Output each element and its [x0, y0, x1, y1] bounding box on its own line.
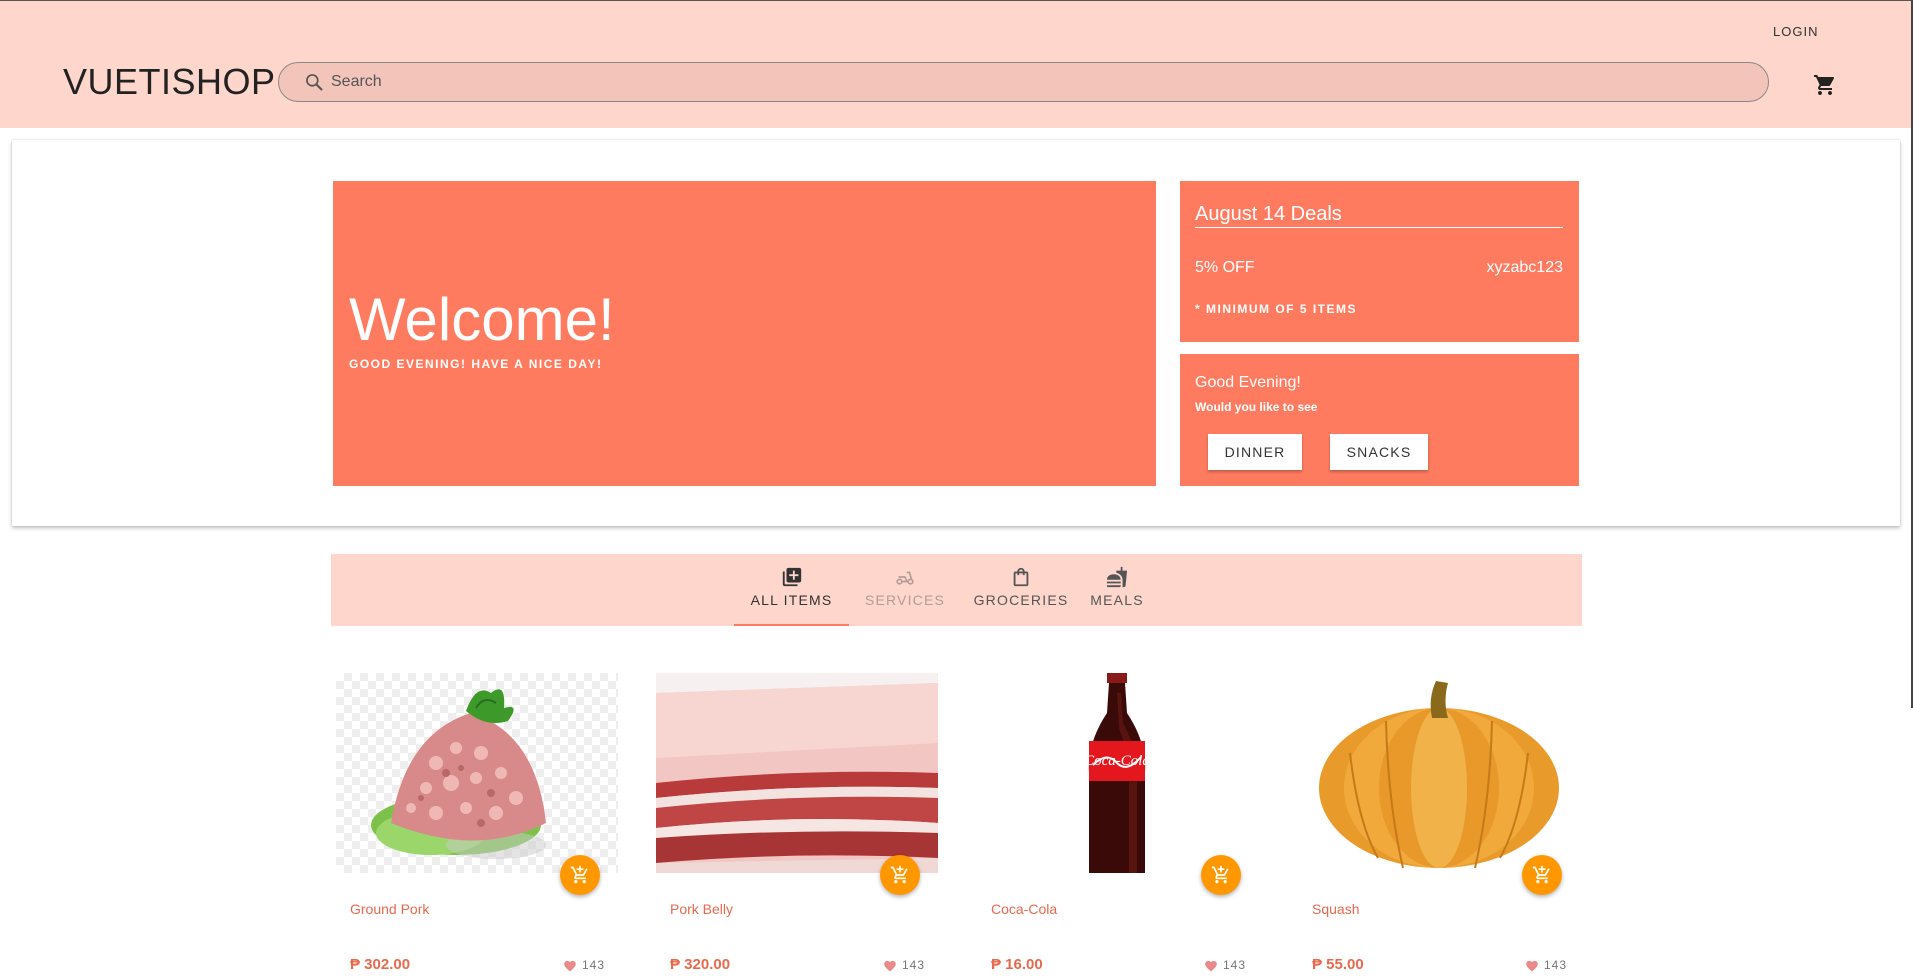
add-cart-icon: [1211, 865, 1229, 884]
app-header: VUETISHOP LOGIN: [0, 0, 1913, 128]
deals-note: * MINIMUM OF 5 ITEMS: [1195, 302, 1357, 316]
like-counter[interactable]: 143: [563, 958, 605, 972]
like-count: 143: [902, 958, 926, 972]
add-to-cart-button[interactable]: [1522, 855, 1562, 895]
product-card-pork-belly[interactable]: Pork Belly ₱ 320.00 143: [656, 673, 938, 980]
add-to-cart-button[interactable]: [880, 855, 920, 895]
shopping-bag-icon: [1013, 567, 1029, 587]
add-to-cart-button[interactable]: [560, 855, 600, 895]
tab-services[interactable]: SERVICES: [849, 554, 961, 626]
welcome-banner: Welcome! GOOD EVENING! HAVE A NICE DAY!: [333, 181, 1156, 486]
greeting-question: Would you like to see: [1195, 400, 1318, 414]
snacks-button[interactable]: SNACKS: [1330, 434, 1428, 470]
heart-icon: [1205, 960, 1217, 972]
tab-label: GROCERIES: [973, 592, 1069, 608]
like-counter[interactable]: 143: [883, 958, 925, 972]
greeting-card: Good Evening! Would you like to see DINN…: [1180, 354, 1579, 486]
cart-icon[interactable]: [1813, 73, 1837, 97]
category-tabs: ALL ITEMS SERVICES GROCERIES MEALS: [331, 554, 1582, 626]
deals-divider: [1195, 227, 1563, 228]
product-name[interactable]: Pork Belly: [670, 901, 733, 917]
squash-illustration: [1319, 681, 1559, 869]
product-name[interactable]: Coca-Cola: [991, 901, 1057, 917]
product-image[interactable]: [656, 673, 938, 873]
heart-icon: [884, 960, 896, 972]
deals-title: August 14 Deals: [1195, 203, 1342, 225]
pork-belly-illustration: [656, 673, 938, 873]
welcome-title: Welcome!: [349, 286, 615, 353]
like-count: 143: [1544, 958, 1568, 972]
product-name[interactable]: Ground Pork: [350, 901, 429, 917]
add-to-cart-button[interactable]: [1201, 855, 1241, 895]
product-image[interactable]: [1298, 673, 1580, 873]
like-count: 143: [1223, 958, 1247, 972]
login-button[interactable]: LOGIN: [1773, 24, 1818, 39]
tab-meals[interactable]: MEALS: [1081, 554, 1153, 626]
ground-pork-illustration: [371, 689, 546, 859]
product-price: ₱ 16.00: [991, 956, 1043, 973]
deals-code: xyzabc123: [1486, 259, 1564, 276]
like-counter[interactable]: 143: [1204, 958, 1246, 972]
heart-icon: [1526, 960, 1538, 972]
like-count: 143: [582, 958, 606, 972]
svg-text:Coca-Cola: Coca-Cola: [1084, 753, 1150, 769]
tab-groceries[interactable]: GROCERIES: [961, 554, 1081, 626]
product-price: ₱ 55.00: [1312, 956, 1364, 973]
tab-label: ALL ITEMS: [750, 592, 833, 608]
add-cart-icon: [1532, 865, 1550, 884]
add-cart-icon: [570, 865, 588, 884]
search-input[interactable]: [331, 69, 1731, 95]
product-card-squash[interactable]: Squash ₱ 55.00 143: [1298, 673, 1580, 980]
product-card-coca-cola[interactable]: Coca-Cola Coca-Cola ₱ 16.00 143: [977, 673, 1259, 980]
dinner-button[interactable]: DINNER: [1208, 434, 1302, 470]
product-price: ₱ 320.00: [670, 956, 731, 973]
fastfood-icon: [1106, 566, 1128, 588]
tab-label: MEALS: [1090, 592, 1144, 608]
moped-icon: [896, 571, 914, 585]
product-name[interactable]: Squash: [1312, 901, 1359, 917]
product-image[interactable]: [336, 673, 618, 873]
greeting-title: Good Evening!: [1195, 374, 1301, 391]
like-counter[interactable]: 143: [1525, 958, 1567, 972]
brand-logo[interactable]: VUETISHOP: [63, 61, 276, 103]
add-cart-icon: [890, 865, 908, 884]
product-image[interactable]: Coca-Cola: [977, 673, 1259, 873]
deals-card: August 14 Deals 5% OFF xyzabc123 * MINIM…: [1180, 181, 1579, 342]
heart-icon: [564, 960, 576, 972]
library-add-icon: [782, 567, 801, 587]
welcome-subtitle: GOOD EVENING! HAVE A NICE DAY!: [349, 357, 603, 371]
product-card-ground-pork[interactable]: Ground Pork ₱ 302.00 143: [336, 673, 618, 980]
search-icon: [306, 74, 323, 91]
tab-all-items[interactable]: ALL ITEMS: [734, 554, 849, 626]
coca-cola-bottle-illustration: Coca-Cola: [1084, 673, 1150, 873]
tab-label: SERVICES: [864, 592, 946, 608]
search-bar[interactable]: [278, 62, 1769, 102]
deals-discount: 5% OFF: [1195, 259, 1255, 276]
product-price: ₱ 302.00: [350, 956, 411, 973]
